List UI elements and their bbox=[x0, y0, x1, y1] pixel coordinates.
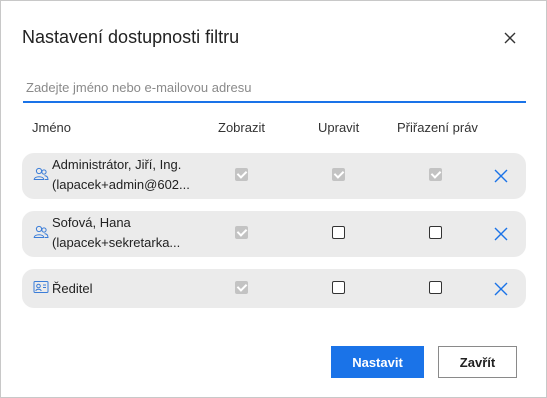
dialog-title: Nastavení dostupnosti filtru bbox=[22, 27, 240, 47]
table-row: Sofová, Hana (lapacek+sekretarka... bbox=[22, 211, 526, 257]
row-user-label: Ředitel bbox=[52, 279, 92, 299]
users-group-icon bbox=[33, 225, 49, 238]
show-checkbox bbox=[235, 168, 248, 181]
row-user-email: (lapacek+sekretarka... bbox=[52, 235, 181, 250]
id-card-icon bbox=[33, 281, 49, 293]
close-button[interactable]: Zavřít bbox=[438, 346, 517, 378]
header-edit: Upravit bbox=[318, 120, 360, 135]
show-checkbox bbox=[235, 226, 248, 239]
remove-icon[interactable] bbox=[494, 282, 508, 296]
rights-checkbox bbox=[429, 168, 442, 181]
table-row: Ředitel bbox=[22, 269, 526, 308]
edit-checkbox[interactable] bbox=[332, 281, 345, 294]
row-user-name: Ředitel bbox=[52, 281, 93, 296]
row-user-name: Sofová, Hana bbox=[52, 215, 131, 230]
row-user-label: Administrátor, Jiří, Ing. (lapacek+admin… bbox=[52, 155, 190, 195]
remove-icon[interactable] bbox=[494, 227, 508, 241]
row-user-label: Sofová, Hana (lapacek+sekretarka... bbox=[52, 213, 180, 253]
row-user-name: Administrátor, Jiří, Ing. bbox=[52, 157, 182, 172]
rights-checkbox[interactable] bbox=[429, 281, 442, 294]
edit-checkbox bbox=[332, 168, 345, 181]
rights-checkbox[interactable] bbox=[429, 226, 442, 239]
edit-checkbox[interactable] bbox=[332, 226, 345, 239]
header-name: Jméno bbox=[32, 120, 72, 135]
row-user-email: (lapacek+admin@602... bbox=[52, 177, 190, 192]
filter-availability-dialog: Nastavení dostupnosti filtru Jméno Zobra… bbox=[0, 0, 547, 398]
header-show: Zobrazit bbox=[218, 120, 265, 135]
users-group-icon bbox=[33, 167, 49, 180]
close-icon[interactable] bbox=[501, 29, 519, 47]
show-checkbox bbox=[235, 281, 248, 294]
header-rights: Přiřazení práv bbox=[397, 120, 478, 135]
search-input[interactable] bbox=[23, 73, 526, 103]
set-button[interactable]: Nastavit bbox=[331, 346, 424, 378]
table-row: Administrátor, Jiří, Ing. (lapacek+admin… bbox=[22, 153, 526, 199]
remove-icon[interactable] bbox=[494, 169, 508, 183]
